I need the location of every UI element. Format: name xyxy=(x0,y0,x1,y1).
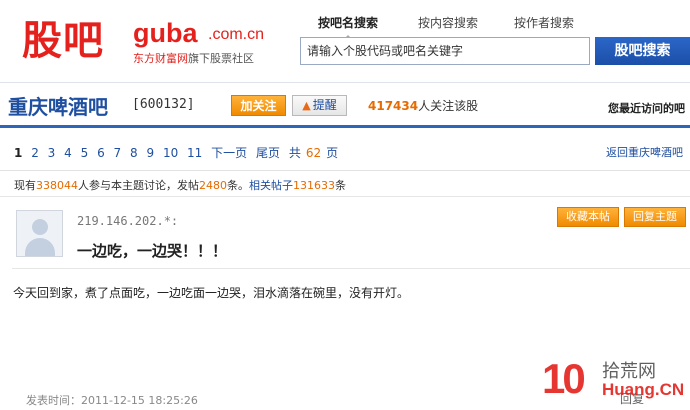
page-link-5[interactable]: 5 xyxy=(81,146,89,160)
total-pages-count: 62 xyxy=(305,146,322,160)
followers-suffix: 人关注该股 xyxy=(418,99,479,113)
topic-stats: 现有338044人参与本主题讨论，发帖2480条。相关帖子131633条 xyxy=(14,177,346,193)
page-link-4[interactable]: 4 xyxy=(64,146,72,160)
page-link-10[interactable]: 10 xyxy=(163,146,178,160)
favorite-button[interactable]: 收藏本帖 xyxy=(557,207,619,227)
tab-search-by-content[interactable]: 按内容搜索 xyxy=(418,14,478,31)
back-to-bar-link[interactable]: 返回重庆啤酒吧 xyxy=(606,144,683,160)
post-time: 发表时间：2011-12-15 18:25:26 xyxy=(26,394,198,407)
avatar-head xyxy=(32,219,48,235)
logo-text[interactable]: 股吧 xyxy=(22,8,104,66)
bar-title-row: 重庆啤酒吧 [600132] 加关注 ▲ 提醒 417434人关注该股 您最近访问… xyxy=(0,82,690,128)
post-body: 今天回到家，煮了点面吃，一边吃面一边哭，泪水滴落在碗里，没有开灯。 xyxy=(13,286,410,300)
next-page-link[interactable]: 下一页 xyxy=(211,146,247,160)
tab-search-by-author[interactable]: 按作者搜索 xyxy=(514,14,574,31)
post-author-ip: 219.146.202.*: xyxy=(77,214,179,228)
stats-text-4: 条 xyxy=(335,179,346,192)
post-divider xyxy=(12,268,690,269)
reply-topic-button[interactable]: 回复主题 xyxy=(624,207,686,227)
posts-count: 2480 xyxy=(199,179,227,192)
logo-sub-brand[interactable]: 东方财富网 xyxy=(133,52,188,65)
page-link-9[interactable]: 9 xyxy=(146,146,154,160)
site-header: 股吧 guba .com.cn 东方财富网旗下股票社区 按吧名搜索 按内容搜索 … xyxy=(0,0,690,82)
bar-name[interactable]: 重庆啤酒吧 xyxy=(8,91,108,120)
stats-text-1: 现有 xyxy=(14,179,36,192)
stock-code: [600132] xyxy=(132,97,195,112)
search-button[interactable]: 股吧搜索 xyxy=(595,37,690,65)
related-count: 131633 xyxy=(293,179,335,192)
watermark-number: 10 xyxy=(542,355,586,402)
logo-subtitle: 东方财富网旗下股票社区 xyxy=(133,50,254,66)
watermark: 10 拾荒网 Huang.CN xyxy=(540,355,690,410)
avatar[interactable] xyxy=(16,210,63,257)
post-title: 一边吃，一边哭！！！ xyxy=(77,242,228,260)
search-input[interactable]: 请输入个股代码或吧名关键字 xyxy=(300,37,590,65)
pagination-row: 1 2 3 4 5 6 7 8 9 10 11 下一页 尾页 共 62 页 返回重庆… xyxy=(0,131,690,171)
page-link-8[interactable]: 8 xyxy=(130,146,138,160)
page-link-11[interactable]: 11 xyxy=(187,146,202,160)
last-page-link[interactable]: 尾页 xyxy=(256,146,280,160)
page-link-2[interactable]: 2 xyxy=(31,146,39,160)
remind-button[interactable]: ▲ 提醒 xyxy=(292,95,347,116)
logo-domain: .com.cn xyxy=(208,26,265,43)
followers-count: 417434 xyxy=(368,99,419,113)
logo-sub-rest: 旗下股票社区 xyxy=(188,52,254,65)
follow-button[interactable]: 加关注 xyxy=(231,95,286,116)
bell-icon: ▲ xyxy=(302,99,311,112)
page-link-6[interactable]: 6 xyxy=(97,146,105,160)
page-link-7[interactable]: 7 xyxy=(114,146,122,160)
participants-count: 338044 xyxy=(36,179,78,192)
total-pages: 共 62 页 xyxy=(289,146,343,160)
avatar-body xyxy=(25,238,55,256)
pagination: 1 2 3 4 5 6 7 8 9 10 11 下一页 尾页 共 62 页 xyxy=(14,144,348,161)
divider xyxy=(0,196,690,197)
total-suffix: 页 xyxy=(326,146,339,160)
watermark-en: Huang.CN xyxy=(602,380,685,399)
page: 股吧 guba .com.cn 东方财富网旗下股票社区 按吧名搜索 按内容搜索 … xyxy=(0,0,690,410)
stats-text-3: 条。 xyxy=(227,179,249,192)
total-prefix: 共 xyxy=(288,146,301,160)
remind-label: 提醒 xyxy=(312,98,337,112)
related-posts-link[interactable]: 相关帖子 xyxy=(249,179,293,192)
recent-visit-label: 您最近访问的吧 xyxy=(608,102,685,115)
page-link-3[interactable]: 3 xyxy=(48,146,56,160)
logo-site[interactable]: guba xyxy=(133,18,198,49)
followers-info: 417434人关注该股 xyxy=(368,97,478,114)
page-current: 1 xyxy=(14,146,23,160)
stats-text-2: 人参与本主题讨论，发帖 xyxy=(78,179,199,192)
tab-search-by-bar[interactable]: 按吧名搜索 xyxy=(318,14,378,40)
search-tabs: 按吧名搜索 按内容搜索 按作者搜索 xyxy=(300,12,690,40)
